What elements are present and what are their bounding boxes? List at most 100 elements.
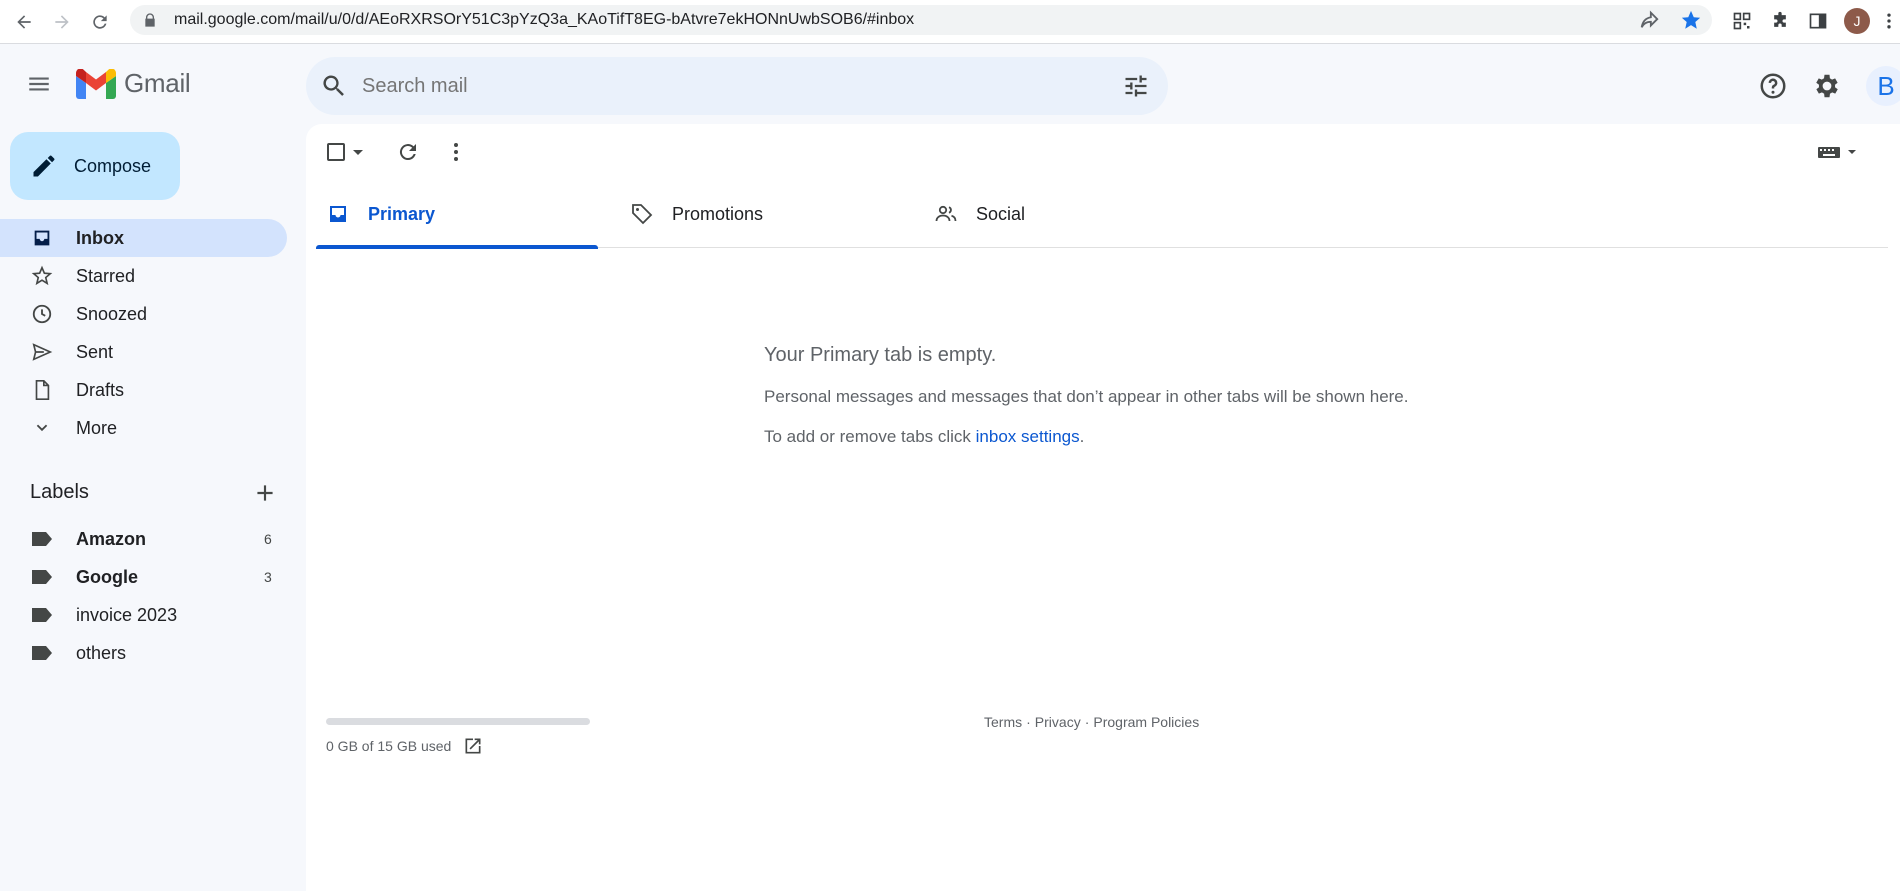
storage-usage-text: 0 GB of 15 GB used (326, 738, 452, 754)
address-bar[interactable]: mail.google.com/mail/u/0/d/AEoRXRSOrY51C… (130, 5, 1712, 35)
gmail-header: Gmail B (0, 44, 1900, 124)
gmail-m-icon (76, 68, 116, 99)
sidebar-item-label: Drafts (76, 379, 125, 400)
inbox-icon (330, 206, 346, 222)
star-bookmark-icon[interactable] (1680, 9, 1702, 31)
sidebar-nav: Inbox Starred Snoozed Sent Drafts More (0, 219, 287, 447)
label-item-amazon[interactable]: Amazon 6 (0, 520, 287, 558)
sidebar-item-label: Starred (76, 265, 136, 286)
tab-label: Social (976, 203, 1026, 224)
back-button[interactable] (10, 8, 38, 36)
tab-label: Promotions (672, 203, 764, 224)
star-icon (30, 264, 54, 288)
label-tag-icon (32, 532, 52, 546)
privacy-link[interactable]: Privacy (1035, 714, 1081, 730)
sidebar-item-label: Snoozed (76, 303, 148, 324)
empty-state: Your Primary tab is empty. Personal mess… (764, 344, 1409, 447)
search-icon[interactable] (320, 72, 348, 100)
chevron-down-icon (30, 416, 54, 440)
tab-label: Primary (368, 203, 436, 224)
browser-toolbar: mail.google.com/mail/u/0/d/AEoRXRSOrY51C… (0, 0, 1900, 44)
draft-icon (30, 378, 54, 402)
sidebar-item-inbox[interactable]: Inbox (0, 219, 287, 257)
sidebar-item-starred[interactable]: Starred (0, 257, 287, 295)
label-item-others[interactable]: others (0, 634, 287, 672)
label-item-invoice-2023[interactable]: invoice 2023 (0, 596, 287, 634)
more-options-icon[interactable] (444, 140, 468, 164)
send-icon (30, 340, 54, 364)
inbox-settings-link[interactable]: inbox settings (976, 427, 1080, 446)
forward-button[interactable] (48, 8, 76, 36)
qr-code-icon[interactable] (1730, 9, 1754, 33)
empty-heading: Your Primary tab is empty. (764, 344, 997, 366)
category-tabs: Primary Promotions Social (316, 180, 1888, 249)
account-avatar[interactable]: B (1866, 66, 1900, 106)
tab-social[interactable]: Social (924, 180, 1206, 248)
empty-description: Personal messages and messages that don’… (764, 387, 1409, 406)
label-count: 6 (264, 531, 272, 547)
search-input[interactable] (362, 74, 1082, 98)
sidebar-item-label: Inbox (76, 227, 124, 248)
refresh-icon[interactable] (396, 140, 420, 164)
sidebar-item-drafts[interactable]: Drafts (0, 371, 287, 409)
label-name: invoice 2023 (76, 604, 178, 625)
labels-header: Labels (30, 481, 280, 504)
list-toolbar (306, 124, 1900, 180)
open-in-new-icon[interactable] (463, 736, 483, 756)
header-actions: B (1758, 66, 1900, 106)
label-name: others (76, 642, 127, 663)
settings-gear-icon[interactable] (1812, 71, 1842, 101)
more-vert-icon[interactable] (1884, 9, 1894, 33)
footer-links: Terms · Privacy · Program Policies (984, 714, 1199, 730)
label-tag-icon (32, 570, 52, 584)
program-policies-link[interactable]: Program Policies (1093, 714, 1199, 730)
sidebar-item-sent[interactable]: Sent (0, 333, 287, 371)
reload-icon (93, 14, 107, 29)
storage-usage: 0 GB of 15 GB used (326, 736, 483, 756)
terms-link[interactable]: Terms (984, 714, 1022, 730)
arrow-right-icon (55, 14, 69, 29)
puzzle-extension-icon[interactable] (1768, 9, 1792, 33)
tag-icon (632, 204, 653, 225)
lock-icon (145, 13, 155, 27)
gmail-logo[interactable]: Gmail (76, 68, 191, 99)
keyboard-input-icon[interactable] (1816, 142, 1860, 162)
sidebar-item-label: Sent (76, 341, 114, 362)
compose-button[interactable]: Compose (10, 132, 180, 200)
side-panel-icon[interactable] (1806, 9, 1830, 33)
add-label-icon[interactable] (252, 480, 278, 506)
select-checkbox-icon[interactable] (324, 140, 348, 164)
hint-prefix: To add or remove tabs click (764, 427, 976, 446)
pencil-icon (33, 155, 55, 177)
empty-settings-hint: To add or remove tabs click inbox settin… (764, 427, 1409, 447)
label-name: Google (76, 566, 138, 587)
menu-icon[interactable] (26, 71, 52, 97)
hint-suffix: . (1079, 427, 1085, 446)
search-options-icon[interactable] (1122, 72, 1150, 100)
sidebar-item-label: More (76, 417, 118, 438)
label-tag-icon (32, 646, 52, 660)
label-list: Amazon 6 Google 3 invoice 2023 others (0, 520, 287, 672)
arrow-left-icon (17, 14, 31, 29)
tab-promotions[interactable]: Promotions (620, 180, 902, 248)
labels-title: Labels (30, 481, 89, 503)
label-name: Amazon (76, 528, 147, 549)
sidebar-item-more[interactable]: More (0, 409, 287, 447)
compose-label: Compose (74, 155, 152, 176)
url-text: mail.google.com/mail/u/0/d/AEoRXRSOrY51C… (174, 11, 915, 28)
footer-separator: · (1084, 714, 1090, 730)
share-icon[interactable] (1638, 9, 1660, 31)
search-bar[interactable] (306, 57, 1168, 115)
help-icon[interactable] (1758, 71, 1788, 101)
browser-profile-avatar[interactable]: J (1844, 8, 1870, 34)
storage-usage-bar (326, 718, 590, 725)
inbox-icon (30, 226, 54, 250)
select-dropdown-icon[interactable] (350, 140, 366, 164)
label-item-google[interactable]: Google 3 (0, 558, 287, 596)
clock-icon (30, 302, 54, 326)
tab-primary[interactable]: Primary (316, 180, 598, 249)
reload-button[interactable] (86, 8, 114, 36)
label-tag-icon (32, 608, 52, 622)
app-name: Gmail (124, 68, 191, 98)
sidebar-item-snoozed[interactable]: Snoozed (0, 295, 287, 333)
